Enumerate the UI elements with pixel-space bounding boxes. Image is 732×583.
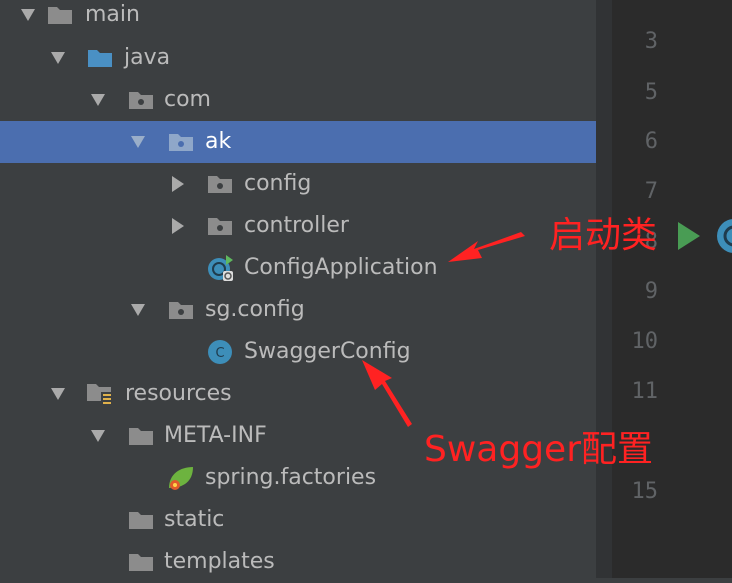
arrow-to-configapplication — [448, 232, 525, 262]
annotation-swagger-config: Swagger配置 — [424, 429, 654, 470]
arrow-to-swaggerconfig — [362, 360, 412, 427]
annotation-arrows — [362, 232, 525, 427]
annotation-startup-class: 启动类 — [549, 215, 658, 256]
